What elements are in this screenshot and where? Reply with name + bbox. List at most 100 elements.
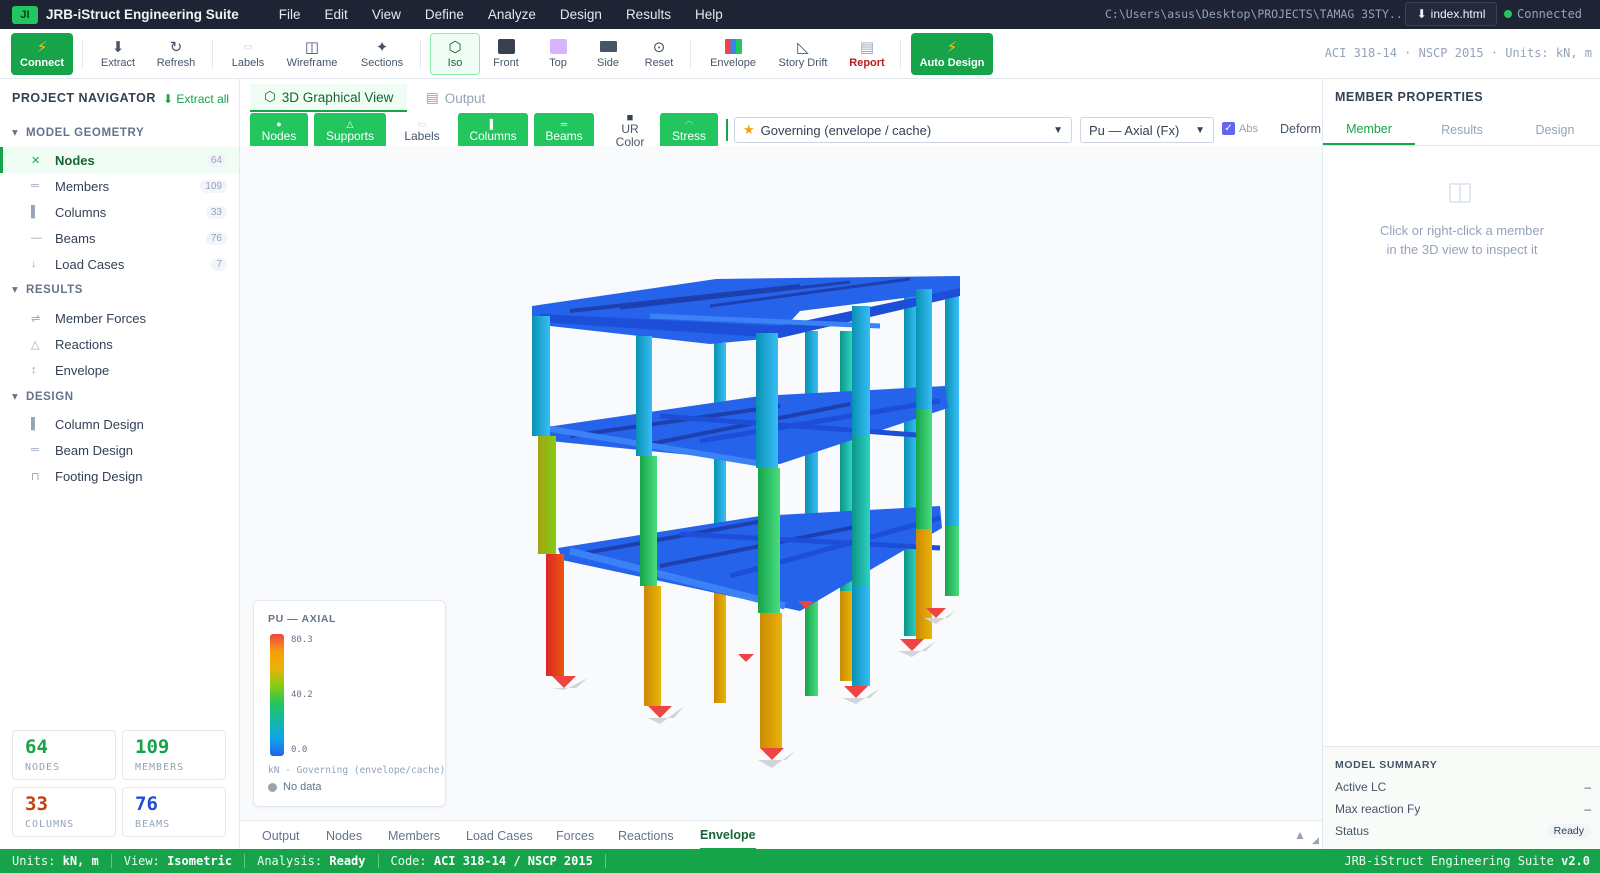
cube-icon: ⬡ bbox=[264, 89, 276, 104]
bar-divider bbox=[726, 119, 728, 141]
nav-item-footing-design[interactable]: ⊓ Footing Design bbox=[0, 463, 239, 489]
ptab-results[interactable]: Results bbox=[1416, 115, 1508, 145]
menu-define[interactable]: Define bbox=[413, 7, 476, 22]
toggle-labels[interactable]: ▭ Labels bbox=[392, 113, 452, 146]
nav-item-member-forces[interactable]: ⇌ Member Forces bbox=[0, 305, 239, 331]
app-logo: JI bbox=[12, 5, 38, 24]
extract-button[interactable]: ⬇ Extract bbox=[94, 33, 142, 75]
story-drift-button[interactable]: ◺ Story Drift bbox=[774, 33, 832, 75]
result-type-select[interactable]: Pu — Axial (Fx) ▼ bbox=[1080, 117, 1214, 143]
deform-toggle[interactable]: Deform bbox=[1280, 122, 1322, 136]
support-pins bbox=[552, 601, 956, 768]
resize-handle-icon[interactable]: ◢ bbox=[1312, 835, 1319, 846]
file-tab[interactable]: ⬇ index.html bbox=[1405, 2, 1497, 26]
toggle-ur-color[interactable]: ■ UR Color bbox=[600, 113, 660, 146]
nav-item-members[interactable]: ═ Members 109 bbox=[0, 173, 239, 199]
center-tab-bar: ⬡ 3D Graphical View ▤ Output bbox=[240, 79, 1322, 113]
menu-view[interactable]: View bbox=[360, 7, 413, 22]
navigator-title: PROJECT NAVIGATOR bbox=[12, 91, 156, 105]
toggle-supports[interactable]: △ Supports bbox=[314, 113, 386, 146]
target-icon: ⊙ bbox=[652, 39, 666, 56]
legend-max: 80.3 bbox=[291, 635, 313, 645]
btab-nodes[interactable]: Nodes bbox=[326, 821, 362, 850]
status-label: Analysis: bbox=[257, 854, 323, 868]
side-label: Side bbox=[596, 57, 620, 69]
load-combo-select[interactable]: ★ Governing (envelope / cache) ▼ bbox=[734, 117, 1072, 143]
status-analysis: Analysis: Ready bbox=[245, 854, 379, 868]
menu-design[interactable]: Design bbox=[548, 7, 614, 22]
title-bar: JI JRB-iStruct Engineering Suite File Ed… bbox=[0, 0, 1600, 29]
menu-edit[interactable]: Edit bbox=[313, 7, 360, 22]
side-view-button[interactable]: Side bbox=[590, 33, 626, 75]
ptab-member[interactable]: Member bbox=[1323, 115, 1415, 145]
suite-version: v2.0 bbox=[1561, 854, 1590, 868]
toggle-beams[interactable]: ═ Beams bbox=[534, 113, 594, 146]
connect-button[interactable]: ⚡ Connect bbox=[11, 33, 73, 75]
sections-button[interactable]: ✦ Sections bbox=[354, 33, 410, 75]
no-data-dot-icon bbox=[268, 782, 277, 792]
nav-item-beams[interactable]: — Beams 76 bbox=[0, 225, 239, 251]
labels-button[interactable]: ▭ Labels bbox=[224, 33, 272, 75]
auto-design-button[interactable]: ⚡ Auto Design bbox=[911, 33, 993, 75]
tab-3d-view[interactable]: ⬡ 3D Graphical View bbox=[250, 84, 408, 112]
nav-item-label: Beams bbox=[55, 230, 96, 246]
triangle-icon: △ bbox=[346, 119, 354, 129]
top-view-button[interactable]: Top bbox=[540, 33, 576, 75]
reset-view-button[interactable]: ⊙ Reset bbox=[640, 33, 678, 75]
forces-icon: ⇌ bbox=[31, 312, 41, 325]
menu-results[interactable]: Results bbox=[614, 7, 683, 22]
btab-output[interactable]: Output bbox=[262, 821, 300, 850]
section-results[interactable]: ▾ RESULTS bbox=[12, 282, 83, 296]
nav-item-nodes[interactable]: ✕ Nodes 64 bbox=[0, 147, 239, 173]
iso-view-button[interactable]: ⬡ Iso bbox=[430, 33, 480, 75]
abs-checkbox[interactable]: ✓ Abs bbox=[1222, 122, 1258, 135]
nav-item-column-design[interactable]: ▌ Column Design bbox=[0, 411, 239, 437]
nav-item-columns[interactable]: ▌ Columns 33 bbox=[0, 199, 239, 225]
app-title: JRB-iStruct Engineering Suite bbox=[46, 7, 239, 22]
btab-reactions[interactable]: Reactions bbox=[618, 821, 674, 850]
nav-item-count: 109 bbox=[200, 179, 227, 193]
btab-forces[interactable]: Forces bbox=[556, 821, 594, 850]
nav-item-load-cases[interactable]: ↓ Load Cases 7 bbox=[0, 251, 239, 277]
column-icon: ▌ bbox=[489, 119, 497, 129]
nav-item-label: Member Forces bbox=[55, 310, 147, 326]
wireframe-icon: ◫ bbox=[304, 39, 320, 56]
legend-caption: kN · Governing (envelope/cache) bbox=[268, 765, 446, 776]
summary-max-reaction: Max reaction Fy – bbox=[1335, 802, 1591, 816]
envelope-button[interactable]: Envelope bbox=[706, 33, 760, 75]
refresh-button[interactable]: ↻ Refresh bbox=[152, 33, 200, 75]
front-view-button[interactable]: Front bbox=[488, 33, 524, 75]
ptab-design[interactable]: Design bbox=[1509, 115, 1600, 145]
iso-cube-icon: ⬡ bbox=[448, 39, 462, 56]
code-info: ACI 318-14 · NSCP 2015 · Units: kN, m bbox=[1324, 46, 1592, 60]
toggle-stress[interactable]: ◠ Stress bbox=[660, 113, 718, 146]
tag-icon: ▭ bbox=[417, 119, 427, 129]
btab-envelope[interactable]: Envelope bbox=[700, 821, 756, 850]
btab-load-cases[interactable]: Load Cases bbox=[466, 821, 533, 850]
color-legend: PU — AXIAL 80.3 40.2 0.0 kN · Governing … bbox=[253, 600, 446, 807]
nav-item-count: 64 bbox=[205, 153, 227, 167]
report-button[interactable]: ▤ Report bbox=[846, 33, 888, 75]
wireframe-button[interactable]: ◫ Wireframe bbox=[282, 33, 342, 75]
nav-item-reactions[interactable]: △ Reactions bbox=[0, 331, 239, 357]
btab-members[interactable]: Members bbox=[388, 821, 440, 850]
collapse-up-icon[interactable]: ▲ bbox=[1294, 828, 1306, 842]
menu-file[interactable]: File bbox=[267, 7, 313, 22]
section-model-geometry[interactable]: ▾ MODEL GEOMETRY bbox=[12, 125, 144, 139]
nav-item-beam-design[interactable]: ═ Beam Design bbox=[0, 437, 239, 463]
nav-item-label: Members bbox=[55, 178, 110, 194]
stat-columns: 33 COLUMNS bbox=[12, 787, 116, 837]
nav-item-envelope[interactable]: ↕ Envelope bbox=[0, 357, 239, 383]
connection-status: Connected bbox=[1504, 7, 1582, 21]
member-properties-panel: MEMBER PROPERTIES Member Results Design … bbox=[1322, 79, 1600, 849]
menu-help[interactable]: Help bbox=[683, 7, 735, 22]
x-icon: ✕ bbox=[31, 154, 41, 167]
toggle-columns[interactable]: ▌ Columns bbox=[458, 113, 528, 146]
tab-output[interactable]: ▤ Output bbox=[412, 84, 499, 112]
nav-item-label: Footing Design bbox=[55, 468, 143, 484]
toggle-label: Stress bbox=[671, 129, 706, 143]
extract-all-link[interactable]: ⬇ Extract all bbox=[163, 92, 229, 106]
section-design[interactable]: ▾ DESIGN bbox=[12, 389, 74, 403]
toggle-nodes[interactable]: ● Nodes bbox=[250, 113, 308, 146]
menu-analyze[interactable]: Analyze bbox=[476, 7, 548, 22]
